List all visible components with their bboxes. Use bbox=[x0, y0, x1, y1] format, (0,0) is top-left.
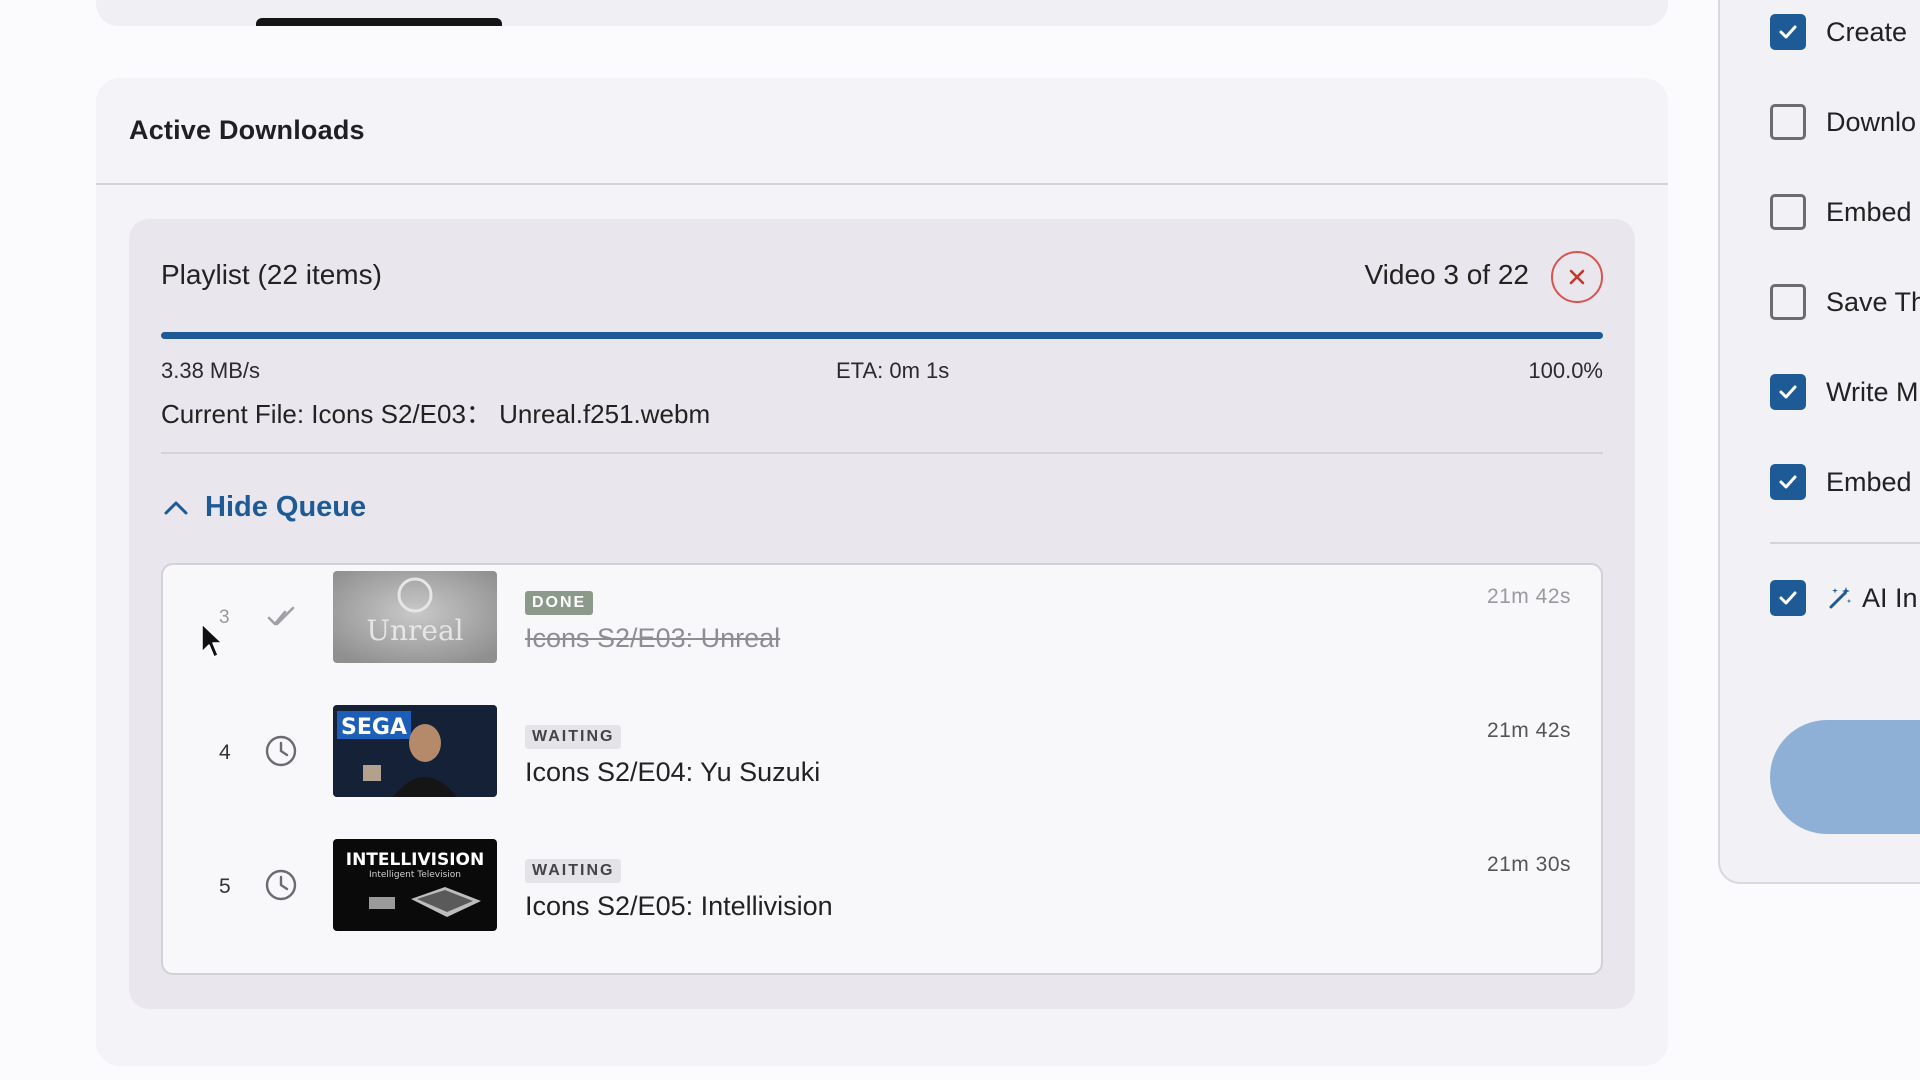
option-label: Create bbox=[1826, 16, 1908, 47]
option-label: Embed bbox=[1826, 466, 1912, 497]
divider bbox=[1770, 542, 1920, 544]
chevron-up-icon bbox=[164, 501, 188, 514]
previous-card-bar bbox=[256, 18, 502, 26]
queue-item-duration: 21m 30s bbox=[1486, 853, 1571, 876]
mouse-cursor-icon bbox=[201, 623, 223, 658]
cancel-download-button[interactable] bbox=[1551, 251, 1603, 303]
svg-text:INTELLIVISION: INTELLIVISION bbox=[346, 850, 484, 870]
queue-item-title: Icons S2/E03: Unreal bbox=[525, 623, 781, 653]
active-downloads-header: Active Downloads bbox=[96, 78, 1668, 185]
queue-item-title: Icons S2/E05: Intellivision bbox=[525, 891, 833, 921]
option-label: Write M bbox=[1826, 376, 1919, 407]
clock-icon bbox=[265, 869, 297, 901]
hide-queue-toggle[interactable]: Hide Queue bbox=[161, 491, 366, 524]
status-badge: WAITING bbox=[525, 725, 622, 749]
hide-queue-label: Hide Queue bbox=[205, 491, 367, 523]
option-embed[interactable]: Embed bbox=[1770, 194, 1912, 230]
playlist-card: Playlist (22 items) Video 3 of 22 3.38 M… bbox=[129, 219, 1635, 1009]
checkbox[interactable] bbox=[1770, 374, 1806, 410]
status-badge: WAITING bbox=[525, 859, 622, 883]
svg-text:Unreal: Unreal bbox=[366, 614, 463, 647]
queue-item-number: 5 bbox=[219, 875, 231, 898]
queue-item-thumbnail: SEGA bbox=[333, 705, 497, 797]
status-badge: DONE bbox=[525, 591, 594, 615]
option-download[interactable]: Downlo bbox=[1770, 104, 1916, 140]
queue-item-thumbnail: INTELLIVISION Intelligent Television bbox=[333, 839, 497, 931]
close-icon bbox=[1569, 269, 1585, 285]
magic-wand-icon bbox=[1829, 587, 1852, 609]
current-file: Current File: Icons S2/E03： Unreal.f251.… bbox=[161, 399, 711, 429]
download-speed: 3.38 MB/s bbox=[161, 358, 261, 383]
option-label-group: AI In bbox=[1826, 583, 1918, 614]
svg-text:SEGA: SEGA bbox=[341, 715, 407, 740]
check-icon bbox=[1779, 25, 1797, 39]
checkbox[interactable] bbox=[1770, 464, 1806, 500]
svg-text:Intelligent Television: Intelligent Television bbox=[369, 870, 461, 880]
option-ai[interactable]: AI In bbox=[1770, 580, 1918, 616]
download-progress-fill bbox=[161, 332, 1603, 339]
playlist-header: Playlist (22 items) Video 3 of 22 bbox=[161, 219, 1603, 341]
queue-item[interactable]: 5 INTELLIVISION Intelligent Television W… bbox=[163, 837, 1601, 933]
option-label: Downlo bbox=[1826, 106, 1917, 137]
active-downloads-title: Active Downloads bbox=[129, 115, 365, 145]
primary-action-button[interactable] bbox=[1770, 720, 1920, 834]
checkbox[interactable] bbox=[1770, 194, 1806, 230]
checkbox[interactable] bbox=[1770, 580, 1806, 616]
active-downloads-card: Active Downloads Playlist (22 items) Vid… bbox=[96, 78, 1668, 1066]
options-panel: Create Downlo Embed Save Th Write M Embe… bbox=[1718, 0, 1920, 884]
queue-list: 3 Unreal DONE Icons S2/E03: Unreal 21m 4… bbox=[161, 563, 1603, 975]
queue-item-title: Icons S2/E04: Yu Suzuki bbox=[525, 757, 821, 787]
queue-item-duration: 21m 42s bbox=[1486, 719, 1571, 742]
download-percent: 100.0% bbox=[1528, 358, 1603, 383]
check-icon bbox=[1779, 385, 1797, 399]
queue-item-number: 4 bbox=[219, 741, 231, 764]
option-label: Embed bbox=[1826, 196, 1912, 227]
previous-card bbox=[96, 0, 1668, 26]
option-save-thumbnail[interactable]: Save Th bbox=[1770, 284, 1920, 320]
playlist-position: Video 3 of 22 bbox=[1364, 259, 1529, 290]
playlist-title: Playlist (22 items) bbox=[161, 259, 382, 290]
clock-icon bbox=[265, 735, 297, 767]
queue-item-thumbnail: Unreal bbox=[333, 571, 497, 663]
option-embed-metadata[interactable]: Embed bbox=[1770, 464, 1912, 500]
option-label: AI In bbox=[1862, 582, 1918, 613]
download-progress-bar bbox=[161, 332, 1603, 339]
check-icon bbox=[1779, 475, 1797, 489]
option-write-metadata[interactable]: Write M bbox=[1770, 374, 1919, 410]
download-eta: ETA: 0m 1s bbox=[836, 358, 950, 383]
option-create[interactable]: Create bbox=[1770, 14, 1907, 50]
checkbox[interactable] bbox=[1770, 104, 1806, 140]
queue-item-duration: 21m 42s bbox=[1486, 585, 1571, 608]
check-icon bbox=[267, 606, 295, 626]
divider bbox=[161, 452, 1603, 454]
checkbox[interactable] bbox=[1770, 14, 1806, 50]
queue-item[interactable]: 3 Unreal DONE Icons S2/E03: Unreal 21m 4… bbox=[163, 569, 1601, 665]
option-label: Save Th bbox=[1826, 286, 1920, 317]
check-icon bbox=[1779, 591, 1797, 605]
checkbox[interactable] bbox=[1770, 284, 1806, 320]
queue-item[interactable]: 4 SEGA WAITING Icons S2/E04: Yu Suzuki 2… bbox=[163, 703, 1601, 799]
